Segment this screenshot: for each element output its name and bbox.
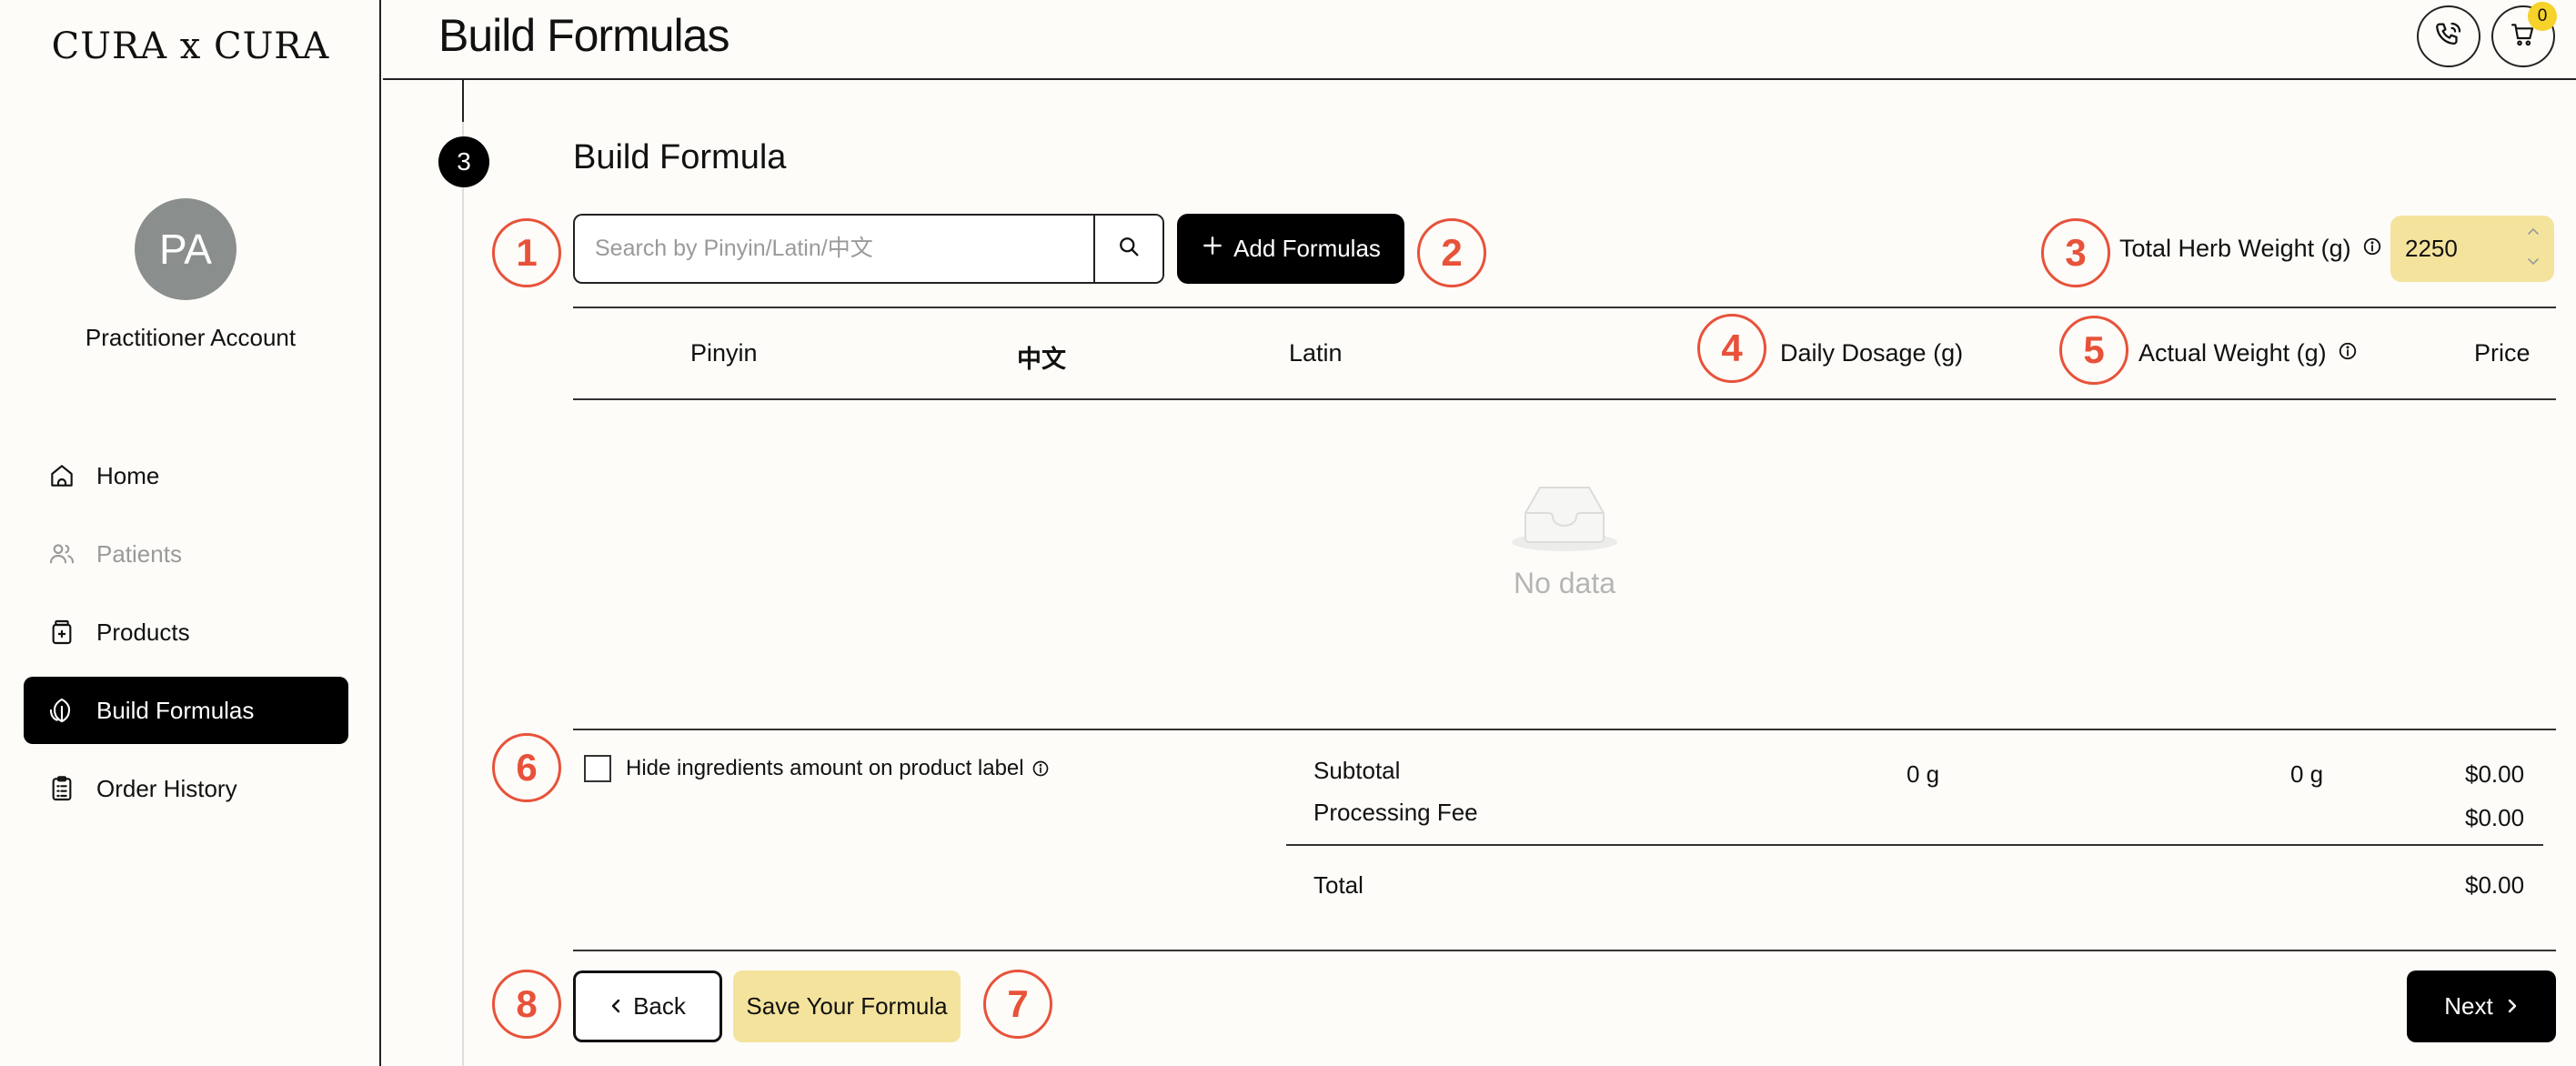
empty-state-text: No data — [1513, 567, 1616, 599]
annotation-marker-5: 5 — [2059, 316, 2128, 385]
info-icon[interactable] — [2362, 235, 2382, 263]
next-label: Next — [2444, 992, 2493, 1020]
bottle-icon — [45, 616, 78, 649]
total-herb-weight-text: Total Herb Weight (g) — [2119, 235, 2351, 262]
hide-ingredients-option[interactable]: Hide ingredients amount on product label — [584, 755, 1050, 782]
total-herb-weight-input[interactable] — [2390, 235, 2509, 263]
account-label: Practitioner Account — [85, 324, 297, 351]
cart-button[interactable]: 0 — [2491, 2, 2557, 67]
subtotal-daily-dosage: 0 g — [1907, 760, 1940, 788]
cart-count-badge: 0 — [2528, 2, 2557, 31]
hide-ingredients-checkbox[interactable] — [584, 755, 611, 782]
phone-icon — [2433, 19, 2464, 55]
subtotal-label: Subtotal — [1313, 757, 1401, 784]
footer-divider — [573, 950, 2556, 951]
annotation-marker-8: 8 — [492, 970, 561, 1039]
column-header-latin[interactable]: Latin — [1289, 339, 1343, 367]
home-icon — [45, 459, 78, 492]
column-header-actual-weight-text: Actual Weight (g) — [2138, 339, 2327, 367]
annotation-marker-4: 4 — [1697, 314, 1766, 383]
info-icon[interactable] — [2338, 339, 2358, 367]
plus-icon — [1201, 234, 1224, 264]
section-title: Build Formula — [573, 138, 787, 176]
sidebar-item-products[interactable]: Products — [24, 598, 348, 666]
subtotal-price: $0.00 — [2465, 760, 2525, 788]
users-icon — [45, 538, 78, 570]
sidebar-item-label: Build Formulas — [96, 696, 255, 724]
processing-fee-label: Processing Fee — [1313, 799, 1478, 826]
total-herb-weight-label: Total Herb Weight (g) — [2119, 235, 2382, 263]
weight-stepper — [2525, 225, 2541, 272]
step-number: 3 — [438, 136, 489, 187]
avatar[interactable]: PA — [135, 198, 236, 300]
column-header-price[interactable]: Price — [2474, 339, 2531, 367]
sidebar-item-label: Home — [96, 461, 160, 489]
table-bottom-border — [573, 729, 2556, 730]
table-top-border — [573, 307, 2556, 308]
column-header-chinese[interactable]: 中文 — [1017, 339, 1066, 375]
next-button[interactable]: Next — [2407, 970, 2556, 1042]
column-header-pinyin[interactable]: Pinyin — [690, 339, 758, 367]
sidebar: CURA x CURA PA Practitioner Account Home… — [0, 0, 381, 1066]
sidebar-item-patients[interactable]: Patients — [24, 520, 348, 588]
total-herb-weight-field — [2390, 216, 2554, 282]
chevron-up-icon[interactable] — [2525, 225, 2541, 241]
chevron-left-icon — [609, 992, 622, 1021]
processing-fee-price: $0.00 — [2465, 804, 2525, 831]
annotation-marker-3: 3 — [2041, 218, 2110, 287]
sidebar-item-label: Order History — [96, 774, 237, 802]
summary-divider — [1286, 844, 2543, 846]
search-input[interactable] — [575, 216, 1093, 282]
back-button[interactable]: Back — [573, 970, 722, 1042]
sidebar-nav: Home Patients Products Build Formulas Or… — [24, 442, 348, 833]
column-header-actual-weight[interactable]: Actual Weight (g) — [2138, 339, 2358, 367]
sidebar-item-label: Products — [96, 618, 190, 646]
total-price: $0.00 — [2465, 871, 2525, 899]
sidebar-item-build-formulas[interactable]: Build Formulas — [24, 677, 348, 744]
add-formulas-button[interactable]: Add Formulas — [1177, 214, 1404, 284]
chevron-right-icon — [2506, 992, 2519, 1021]
info-icon[interactable] — [1031, 759, 1050, 778]
column-header-daily-dosage[interactable]: Daily Dosage (g) — [1780, 339, 1963, 367]
sidebar-item-order-history[interactable]: Order History — [24, 755, 348, 822]
hide-ingredients-label: Hide ingredients amount on product label — [626, 756, 1024, 780]
empty-state: No data — [1419, 473, 1710, 600]
annotation-marker-7: 7 — [983, 970, 1052, 1039]
leaf-icon — [45, 694, 78, 727]
sidebar-item-label: Patients — [96, 539, 182, 568]
annotation-marker-2: 2 — [1417, 218, 1486, 287]
total-label: Total — [1313, 871, 1363, 899]
sidebar-item-home[interactable]: Home — [24, 442, 348, 509]
save-formula-button[interactable]: Save Your Formula — [733, 970, 961, 1042]
back-label: Back — [633, 992, 686, 1020]
search-button[interactable] — [1093, 216, 1162, 282]
subtotal-actual-weight: 0 g — [2290, 760, 2324, 788]
herb-search — [573, 214, 1164, 284]
app-logo[interactable]: CURA x CURA — [0, 25, 381, 67]
table-header-border — [573, 398, 2556, 400]
search-icon — [1116, 234, 1142, 264]
add-formulas-label: Add Formulas — [1233, 235, 1381, 262]
page-header: Build Formulas 0 — [383, 0, 2576, 80]
page-title: Build Formulas — [438, 10, 730, 61]
chevron-down-icon[interactable] — [2525, 256, 2541, 272]
step-connector-line-active — [462, 80, 464, 122]
empty-inbox-icon — [1505, 487, 1624, 558]
annotation-marker-1: 1 — [492, 218, 561, 287]
clipboard-icon — [45, 772, 78, 805]
step-connector-line — [462, 80, 464, 1066]
annotation-marker-6: 6 — [492, 733, 561, 802]
call-button[interactable] — [2417, 5, 2480, 67]
